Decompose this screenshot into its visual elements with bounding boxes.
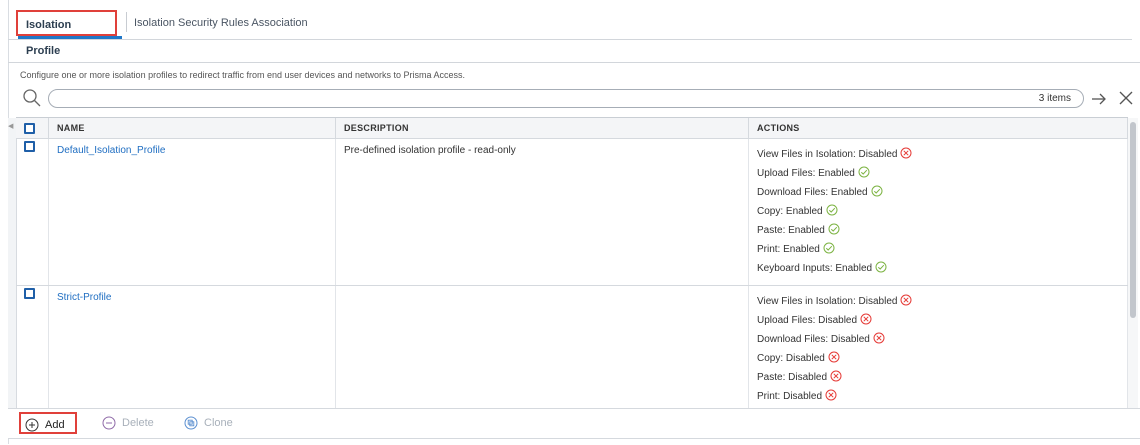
tabs-divider	[8, 39, 1132, 40]
arrow-right-icon[interactable]	[1090, 90, 1108, 108]
action-label: Paste: Enabled	[757, 225, 825, 236]
action-label: Copy: Enabled	[757, 206, 823, 217]
clone-icon	[184, 416, 198, 430]
table-scrollbar-thumb[interactable]	[1130, 122, 1136, 318]
enabled-check-icon	[858, 166, 870, 178]
disabled-x-icon	[860, 313, 872, 325]
enabled-check-icon	[871, 185, 883, 197]
header-description[interactable]: DESCRIPTION	[335, 118, 749, 139]
description-cell: Pre-defined isolation profile - read-onl…	[335, 138, 749, 286]
search-icon[interactable]	[22, 88, 42, 108]
actions-cell: View Files in Isolation: Disabled Upload…	[748, 285, 1128, 409]
action-label: Download Files: Disabled	[757, 334, 870, 345]
action-item: Download Files: Disabled	[757, 330, 1119, 349]
plus-circle-icon	[25, 418, 39, 432]
add-button[interactable]: Add	[19, 412, 77, 434]
enabled-check-icon	[826, 204, 838, 216]
action-item: Keyboard Inputs: Enabled	[757, 259, 1119, 278]
tab-bar: Isolation Profile Isolation Security Rul…	[8, 0, 1140, 57]
enabled-check-icon	[828, 223, 840, 235]
name-cell: Default_Isolation_Profile	[48, 138, 336, 286]
disabled-x-icon	[828, 351, 840, 363]
row-checkbox[interactable]	[24, 288, 35, 299]
disabled-x-icon	[900, 147, 912, 159]
table-footer-toolbar: Add Delete Clone	[8, 408, 1140, 439]
description-cell	[335, 285, 749, 409]
add-button-label: Add	[45, 419, 65, 431]
action-label: Upload Files: Enabled	[757, 168, 855, 179]
table-row[interactable]: Default_Isolation_Profile Pre-defined is…	[16, 138, 1128, 286]
action-label: View Files in Isolation: Disabled	[757, 296, 898, 307]
action-label: Download Files: Enabled	[757, 187, 868, 198]
actions-cell: View Files in Isolation: Disabled Upload…	[748, 138, 1128, 286]
action-label: View Files in Isolation: Disabled	[757, 149, 898, 160]
profile-name-link[interactable]: Strict-Profile	[57, 292, 111, 303]
page-description: Configure one or more isolation profiles…	[20, 70, 466, 80]
disabled-x-icon	[873, 332, 885, 344]
action-item: Paste: Enabled	[757, 221, 1119, 240]
row-select-cell	[16, 285, 49, 409]
profile-description: Pre-defined isolation profile - read-onl…	[344, 145, 516, 156]
footer-divider	[8, 438, 1140, 439]
header-select-cell	[16, 118, 49, 139]
enabled-check-icon	[823, 242, 835, 254]
action-label: Copy: Disabled	[757, 353, 825, 364]
collapse-arrow-icon[interactable]: ◀	[8, 122, 13, 130]
action-item: Print: Enabled	[757, 240, 1119, 259]
clone-button-label: Clone	[204, 417, 233, 429]
minus-circle-icon	[102, 416, 116, 430]
action-item: View Files in Isolation: Disabled	[757, 145, 1119, 164]
profile-name-link[interactable]: Default_Isolation_Profile	[57, 145, 165, 156]
action-label: Print: Disabled	[757, 391, 823, 402]
action-item: Upload Files: Disabled	[757, 311, 1119, 330]
action-label: Paste: Disabled	[757, 372, 828, 383]
tab-isolation-profile[interactable]: Isolation Profile	[16, 10, 117, 57]
header-actions[interactable]: ACTIONS	[748, 118, 1128, 139]
table-header-row: NAME DESCRIPTION ACTIONS	[16, 118, 1128, 139]
action-item: Print: Disabled	[757, 387, 1119, 406]
action-item: Copy: Disabled	[757, 349, 1119, 368]
row-checkbox[interactable]	[24, 141, 35, 152]
tab-isolation-security-rules-association[interactable]: Isolation Security Rules Association	[126, 10, 316, 36]
action-label: Keyboard Inputs: Enabled	[757, 263, 873, 274]
select-all-checkbox[interactable]	[24, 123, 35, 134]
action-label: Upload Files: Disabled	[757, 315, 858, 326]
disabled-x-icon	[900, 294, 912, 306]
search-input[interactable]: 3 items	[48, 89, 1084, 108]
action-item: Download Files: Enabled	[757, 183, 1119, 202]
action-item: Paste: Disabled	[757, 368, 1119, 387]
enabled-check-icon	[875, 261, 887, 273]
clone-button[interactable]: Clone	[180, 412, 233, 434]
close-icon[interactable]	[1118, 90, 1134, 106]
action-item: View Files in Isolation: Disabled	[757, 292, 1119, 311]
action-label: Print: Enabled	[757, 244, 820, 255]
table-row[interactable]: Strict-Profile View Files in Isolation: …	[16, 285, 1128, 409]
delete-button-label: Delete	[122, 417, 154, 429]
disabled-x-icon	[825, 389, 837, 401]
item-count: 3 items	[1038, 93, 1071, 104]
header-name[interactable]: NAME	[48, 118, 336, 139]
action-item: Copy: Enabled	[757, 202, 1119, 221]
disabled-x-icon	[830, 370, 842, 382]
action-item: Upload Files: Enabled	[757, 164, 1119, 183]
delete-button[interactable]: Delete	[98, 412, 154, 434]
profiles-table: NAME DESCRIPTION ACTIONS Default_Isolati…	[16, 117, 1128, 409]
row-select-cell	[16, 138, 49, 286]
name-cell: Strict-Profile	[48, 285, 336, 409]
